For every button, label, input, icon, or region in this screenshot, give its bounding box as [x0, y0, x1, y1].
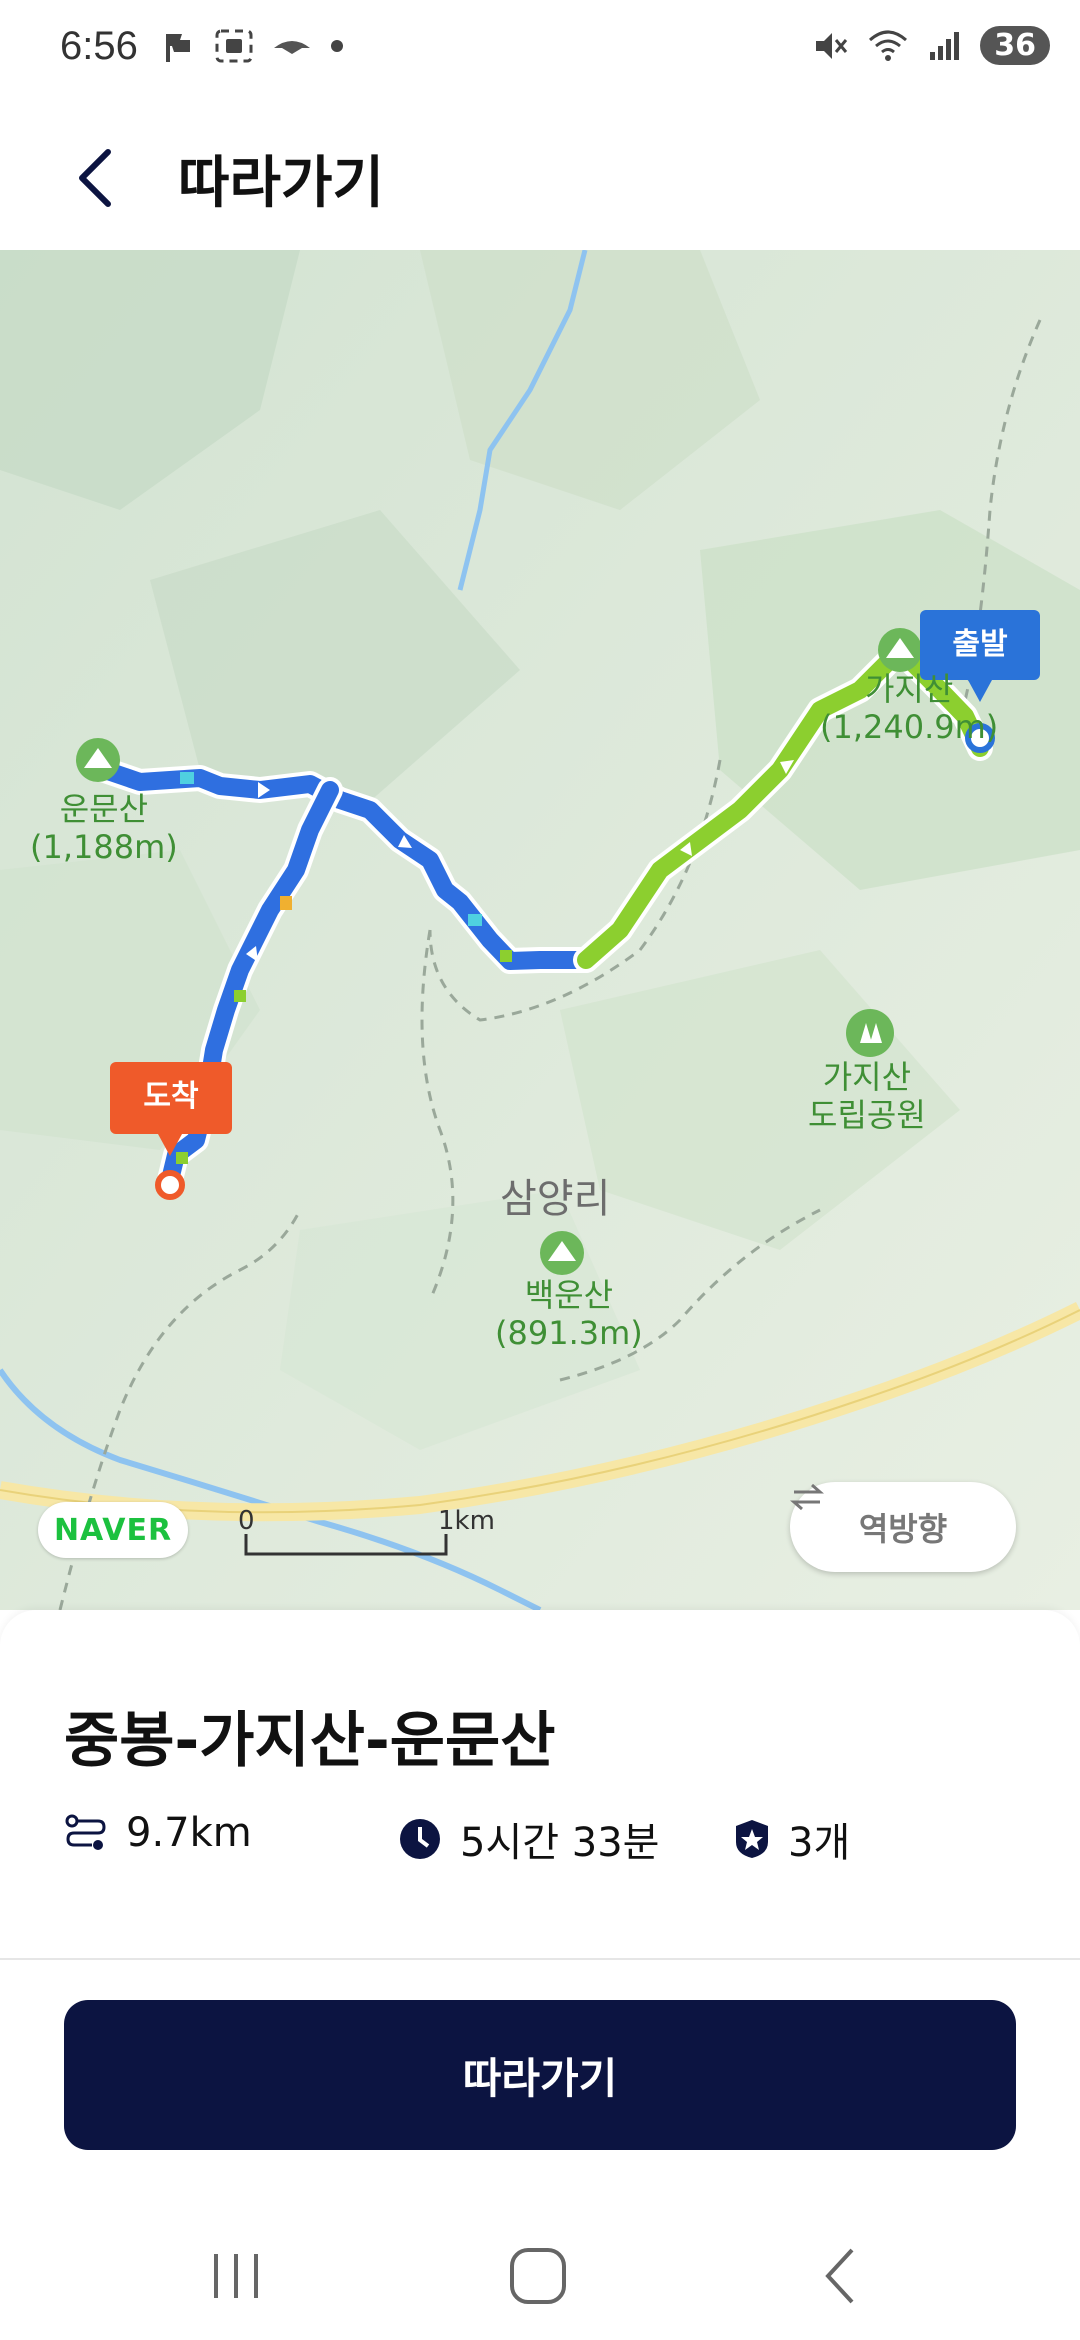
- peak-marker-baegunsan[interactable]: [540, 1231, 584, 1275]
- app-bar: 따라가기: [0, 100, 1080, 250]
- scale-end-label: 1km: [438, 1506, 495, 1536]
- duration-stat: 5시간 33분: [398, 1810, 659, 1868]
- end-label[interactable]: 도착: [110, 1062, 232, 1134]
- peak-name: 운문산: [59, 790, 149, 828]
- route-map[interactable]: 출발 도착 운문산 (1,188m) 가지산 (1,240.9m) 백운산 (8…: [0, 250, 1080, 1610]
- route-icon: [65, 1814, 106, 1850]
- peak-name: 가지산: [864, 670, 954, 708]
- mute-icon: [816, 32, 848, 59]
- peak-label-baegunsan: 백운산 (891.3m): [495, 1276, 643, 1352]
- recent-apps-icon: [214, 2254, 258, 2298]
- duration-value: 5시간 33분: [460, 1820, 660, 1866]
- map-scale-bar: 0 1km: [238, 1506, 498, 1572]
- flag-notification-icon: [166, 34, 190, 62]
- back-arrow-icon: [79, 149, 111, 207]
- naver-logo: NAVER: [38, 1502, 188, 1558]
- more-dot-icon: [331, 40, 343, 52]
- reverse-direction-label: 역방향: [858, 1510, 948, 1548]
- course-stats: 9.7km 5시간 33분 3개: [64, 1810, 1024, 1870]
- back-button[interactable]: [60, 138, 140, 218]
- recent-apps-button[interactable]: [196, 2236, 276, 2316]
- route-speed-tick: [176, 1152, 188, 1164]
- screenshot-notification-icon: [215, 29, 253, 63]
- village-label: 삼양리: [500, 1176, 611, 1222]
- page-title: 따라가기: [178, 151, 385, 216]
- peak-label-gajisan: 가지산 (1,240.9m): [820, 670, 998, 746]
- peak-elevation: (1,240.9m): [820, 708, 999, 746]
- route-speed-tick: [500, 950, 512, 962]
- badge-star-icon: [736, 1820, 768, 1858]
- badges-stat: 3개: [734, 1810, 850, 1868]
- car-notification-icon: [274, 41, 310, 54]
- system-back-icon: [825, 2248, 854, 2304]
- battery-level: 36: [980, 26, 1050, 65]
- clock-icon: [400, 1819, 440, 1859]
- peak-elevation: (891.3m): [495, 1314, 643, 1352]
- peak-label-unmunsan: 운문산 (1,188m): [30, 790, 178, 866]
- distance-stat: 9.7km: [64, 1810, 252, 1856]
- badges-value: 3개: [788, 1820, 851, 1866]
- home-icon: [510, 2248, 566, 2304]
- reverse-direction-button[interactable]: 역방향: [790, 1482, 1016, 1572]
- map-canvas[interactable]: [0, 250, 1080, 1610]
- route-speed-tick: [280, 896, 292, 910]
- system-nav-bar: [0, 2200, 1080, 2340]
- status-notification-icons: [160, 28, 344, 64]
- sheet-divider: [0, 1958, 1080, 1960]
- swap-arrows-icon: [790, 1483, 824, 1511]
- status-bar: 6:56 36: [0, 0, 1080, 100]
- peak-marker-unmunsan[interactable]: [76, 738, 120, 782]
- signal-icon: [930, 31, 960, 60]
- scale-start-label: 0: [238, 1506, 255, 1536]
- peak-marker-gajisan[interactable]: [878, 628, 922, 672]
- park-label: 가지산 도립공원: [808, 1058, 926, 1134]
- route-speed-tick: [234, 990, 246, 1002]
- peak-elevation: (1,188m): [30, 828, 178, 866]
- home-button[interactable]: [498, 2236, 578, 2316]
- course-title: 중봉-가지산-운문산: [64, 1706, 556, 1776]
- status-time: 6:56: [60, 24, 138, 68]
- status-system-icons: 36: [812, 26, 1050, 65]
- system-back-button[interactable]: [800, 2236, 880, 2316]
- peak-name: 백운산: [524, 1276, 614, 1314]
- end-point-pin[interactable]: [155, 1170, 185, 1200]
- distance-value: 9.7km: [126, 1810, 252, 1856]
- route-speed-tick: [180, 772, 194, 784]
- park-marker[interactable]: [846, 1009, 894, 1057]
- follow-button[interactable]: 따라가기: [64, 2000, 1016, 2150]
- wifi-icon: [869, 30, 908, 61]
- route-speed-tick: [468, 914, 482, 926]
